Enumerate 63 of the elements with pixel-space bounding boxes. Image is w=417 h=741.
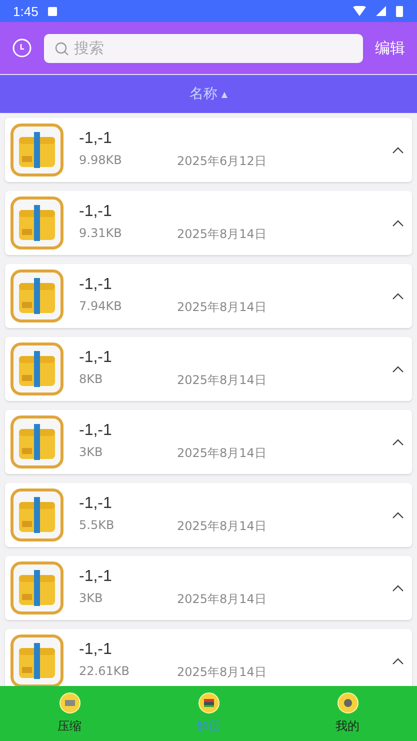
chevron-up-icon[interactable] — [392, 584, 404, 592]
chevron-up-icon[interactable] — [392, 366, 404, 372]
chevron-up-icon[interactable] — [392, 220, 404, 226]
file-date: 2025年8月14日 — [177, 299, 266, 316]
file-size: 8KB — [79, 372, 104, 388]
zip-archive-icon — [10, 488, 64, 542]
history-clock-icon[interactable] — [12, 38, 32, 58]
zip-archive-icon — [10, 196, 64, 250]
search-field[interactable]: 搜索 — [44, 34, 363, 62]
battery-icon — [396, 5, 403, 17]
nav-tab[interactable]: 压缩 — [0, 686, 139, 741]
file-date: 2025年8月14日 — [177, 226, 266, 243]
file-name: -1,-1 — [79, 641, 113, 659]
file-card[interactable]: -1,-1 9.98KB 2025年6月12日 — [5, 118, 412, 182]
notification-icon — [48, 6, 58, 16]
file-date: 2025年6月12日 — [177, 153, 266, 170]
chevron-up-icon[interactable] — [392, 512, 404, 518]
box-icon — [58, 692, 80, 714]
file-size: 3KB — [79, 591, 104, 607]
wifi-icon — [353, 6, 366, 16]
signal-icon — [376, 6, 386, 16]
file-card[interactable]: -1,-1 3KB 2025年8月14日 — [5, 556, 412, 620]
file-name: -1,-1 — [79, 130, 113, 148]
nav-tab[interactable]: 我的 — [278, 686, 417, 741]
file-size: 5.5KB — [79, 518, 116, 534]
file-size: 9.98KB — [79, 153, 123, 169]
chevron-up-icon[interactable] — [392, 658, 404, 664]
file-date: 2025年8月14日 — [177, 518, 266, 535]
edit-button[interactable]: 编辑 — [375, 38, 405, 58]
file-size: 22.61KB — [79, 664, 130, 680]
file-size: 3KB — [79, 445, 104, 461]
status-time: 1:45 — [13, 4, 38, 18]
chevron-up-icon[interactable] — [392, 438, 404, 446]
file-date: 2025年8月14日 — [177, 372, 266, 389]
zip-archive-icon — [10, 561, 64, 615]
file-date: 2025年8月14日 — [177, 445, 266, 462]
zip-archive-icon — [10, 123, 64, 177]
file-name: -1,-1 — [79, 276, 113, 294]
file-card[interactable]: -1,-1 7.94KB 2025年8月14日 — [5, 264, 412, 328]
zip-archive-icon — [10, 269, 64, 323]
search-icon — [55, 42, 69, 56]
file-name: -1,-1 — [79, 203, 113, 221]
file-name: -1,-1 — [79, 349, 113, 367]
file-name: -1,-1 — [79, 495, 113, 513]
file-size: 9.31KB — [79, 226, 123, 242]
zip-archive-icon — [10, 634, 64, 686]
zip-archive-icon — [10, 342, 64, 396]
file-card[interactable]: -1,-1 22.61KB 2025年8月14日 — [5, 629, 412, 686]
file-size: 7.94KB — [79, 299, 123, 315]
sort-arrow: ▲ — [221, 90, 228, 98]
file-name: -1,-1 — [79, 568, 113, 586]
file-name: -1,-1 — [79, 422, 113, 440]
file-card[interactable]: -1,-1 8KB 2025年8月14日 — [5, 337, 412, 401]
chevron-up-icon[interactable] — [392, 146, 404, 154]
disc-icon — [336, 692, 358, 714]
file-date: 2025年8月14日 — [177, 591, 266, 608]
zip-archive-icon — [10, 415, 64, 469]
file-card[interactable]: -1,-1 9.31KB 2025年8月14日 — [5, 191, 412, 255]
chevron-up-icon[interactable] — [392, 292, 404, 300]
file-card[interactable]: -1,-1 5.5KB 2025年8月14日 — [5, 483, 412, 547]
file-date: 2025年8月14日 — [177, 664, 266, 681]
box-icon — [198, 692, 220, 714]
file-card[interactable]: -1,-1 3KB 2025年8月14日 — [5, 410, 412, 474]
